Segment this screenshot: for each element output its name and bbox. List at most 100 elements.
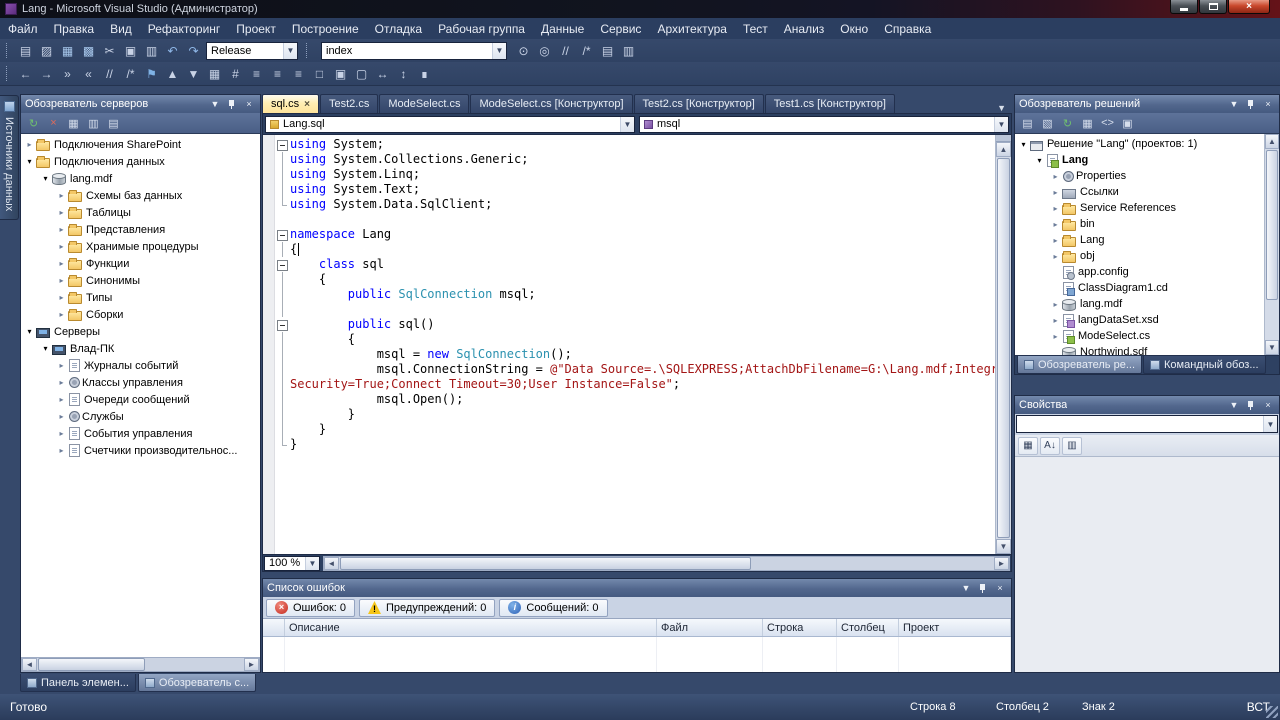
menu-Рефакторинг[interactable]: Рефакторинг bbox=[140, 19, 229, 39]
find-icon[interactable]: ⊙ bbox=[513, 41, 534, 61]
toolbar-grip[interactable] bbox=[306, 43, 311, 58]
maximize-button[interactable] bbox=[1199, 0, 1227, 14]
find-combobox[interactable]: index ▼ bbox=[321, 42, 507, 60]
toolbar-grip[interactable] bbox=[6, 66, 11, 81]
code-line[interactable]: Security=True;Connect Timeout=30;User In… bbox=[275, 377, 995, 392]
expander-icon[interactable]: ▸ bbox=[56, 446, 67, 455]
tree-item[interactable]: ▾Lang bbox=[1015, 152, 1279, 168]
properties-grid[interactable] bbox=[1015, 457, 1279, 672]
h-spacing-icon[interactable]: ↔ bbox=[372, 64, 393, 84]
tree-item[interactable]: ▾Серверы bbox=[21, 323, 260, 340]
code-line[interactable]: } bbox=[275, 437, 995, 452]
new-connection-icon[interactable]: ▦ bbox=[64, 114, 83, 132]
document-tab[interactable]: ModeSelect.cs bbox=[379, 94, 469, 113]
class-diagram-icon[interactable]: ▦ bbox=[1078, 114, 1097, 132]
scrollbar-thumb[interactable] bbox=[340, 557, 751, 570]
stop-refresh-icon[interactable]: × bbox=[44, 114, 63, 132]
code-line[interactable]: { bbox=[275, 272, 995, 287]
expander-icon[interactable]: ▸ bbox=[56, 412, 67, 421]
properties-window-icon[interactable]: ▥ bbox=[618, 41, 639, 61]
scroll-left-icon[interactable]: ◄ bbox=[22, 658, 37, 671]
data-sources-tab[interactable]: Источники данных bbox=[0, 95, 19, 220]
tree-item[interactable]: ▸bin bbox=[1015, 216, 1279, 232]
refresh-icon[interactable]: ↻ bbox=[24, 114, 43, 132]
comment-icon[interactable]: // bbox=[555, 41, 576, 61]
menu-Анализ[interactable]: Анализ bbox=[776, 19, 833, 39]
code-line[interactable]: { bbox=[275, 242, 995, 257]
expander-icon[interactable]: ▸ bbox=[1050, 236, 1061, 245]
indicator-margin[interactable] bbox=[263, 135, 275, 554]
paste-icon[interactable]: ▥ bbox=[141, 41, 162, 61]
find-in-files-icon[interactable]: ◎ bbox=[534, 41, 555, 61]
menu-Сервис[interactable]: Сервис bbox=[592, 19, 649, 39]
expander-icon[interactable]: ▸ bbox=[56, 225, 67, 234]
properties-object-combobox[interactable]: ▼ bbox=[1016, 415, 1278, 433]
connect-db-icon[interactable]: ▥ bbox=[84, 114, 103, 132]
code-line[interactable]: using System.Text; bbox=[275, 182, 995, 197]
alphabetical-icon[interactable]: A↓ bbox=[1040, 437, 1060, 455]
menu-Данные[interactable]: Данные bbox=[533, 19, 592, 39]
tree-item[interactable]: ▸Сборки bbox=[21, 306, 260, 323]
close-tab-icon[interactable]: × bbox=[304, 99, 310, 110]
server-explorer-header[interactable]: Обозреватель серверов ▼ × bbox=[21, 95, 260, 113]
column-header-icon[interactable] bbox=[263, 619, 285, 636]
align-left-icon[interactable]: ≡ bbox=[246, 64, 267, 84]
chevron-down-icon[interactable]: ▼ bbox=[305, 557, 319, 570]
comment-icon[interactable]: // bbox=[99, 64, 120, 84]
menu-Построение[interactable]: Построение bbox=[284, 19, 367, 39]
team-explorer-tab[interactable]: Командный обоз... bbox=[1143, 356, 1266, 374]
show-all-files-icon[interactable]: ▧ bbox=[1038, 114, 1057, 132]
tree-item[interactable]: ▸Хранимые процедуры bbox=[21, 238, 260, 255]
solution-explorer-header[interactable]: Обозреватель решений ▼ × bbox=[1015, 95, 1279, 113]
tree-item[interactable]: ▸Счетчики производительнос... bbox=[21, 442, 260, 459]
zoom-combobox[interactable]: 100 % ▼ bbox=[264, 556, 320, 571]
expander-icon[interactable]: ▸ bbox=[1050, 300, 1061, 309]
scrollbar-thumb[interactable] bbox=[997, 158, 1010, 538]
properties-icon[interactable]: ▤ bbox=[1018, 114, 1037, 132]
tree-item[interactable]: Northwind.sdf bbox=[1015, 344, 1279, 355]
minimize-button[interactable] bbox=[1170, 0, 1198, 14]
expander-icon[interactable]: ▸ bbox=[56, 378, 67, 387]
copy-icon[interactable]: ▣ bbox=[120, 41, 141, 61]
configuration-combobox[interactable]: Release ▼ bbox=[206, 42, 298, 60]
toolbar-grip[interactable] bbox=[6, 43, 11, 58]
tree-item[interactable]: ▾Влад-ПК bbox=[21, 340, 260, 357]
code-line[interactable]: using System; bbox=[275, 137, 995, 152]
fold-collapse-icon[interactable] bbox=[275, 227, 290, 242]
expander-icon[interactable]: ▸ bbox=[56, 293, 67, 302]
expander-icon[interactable]: ▸ bbox=[56, 191, 67, 200]
code-line[interactable]: msql = new SqlConnection(); bbox=[275, 347, 995, 362]
scroll-up-icon[interactable]: ▲ bbox=[1265, 134, 1279, 149]
scroll-down-icon[interactable]: ▼ bbox=[1265, 340, 1279, 355]
scroll-down-icon[interactable]: ▼ bbox=[996, 539, 1011, 554]
chevron-down-icon[interactable]: ▼ bbox=[283, 43, 297, 59]
code-line[interactable]: class sql bbox=[275, 257, 995, 272]
same-size-icon[interactable]: □ bbox=[309, 64, 330, 84]
expander-icon[interactable]: ▸ bbox=[56, 276, 67, 285]
code-editor[interactable]: using System;using System.Collections.Ge… bbox=[262, 134, 1012, 555]
code-line[interactable]: using System.Collections.Generic; bbox=[275, 152, 995, 167]
code-line[interactable]: { bbox=[275, 332, 995, 347]
scroll-left-icon[interactable]: ◄ bbox=[324, 557, 339, 570]
expander-icon[interactable]: ▸ bbox=[1050, 220, 1061, 229]
prev-bookmark-icon[interactable]: ▲ bbox=[162, 64, 183, 84]
pin-icon[interactable] bbox=[976, 582, 990, 595]
expander-icon[interactable]: ▾ bbox=[24, 327, 35, 336]
chevron-down-icon[interactable]: ▼ bbox=[1263, 416, 1277, 432]
expander-icon[interactable]: ▸ bbox=[56, 395, 67, 404]
add-item-icon[interactable]: ▤ bbox=[15, 41, 36, 61]
menu-Вид[interactable]: Вид bbox=[102, 19, 140, 39]
uncomment-icon[interactable]: /* bbox=[120, 64, 141, 84]
tree-item[interactable]: ▸Представления bbox=[21, 221, 260, 238]
column-header-Файл[interactable]: Файл bbox=[657, 619, 763, 636]
code-line[interactable] bbox=[275, 212, 995, 227]
toolbox-tab[interactable]: Панель элемен... bbox=[20, 674, 136, 692]
undo-icon[interactable]: ↶ bbox=[162, 41, 183, 61]
column-header-Строка[interactable]: Строка bbox=[763, 619, 837, 636]
cut-icon[interactable]: ✂ bbox=[99, 41, 120, 61]
expander-icon[interactable]: ▸ bbox=[1050, 316, 1061, 325]
code-line[interactable]: public sql() bbox=[275, 317, 995, 332]
menu-Справка[interactable]: Справка bbox=[876, 19, 939, 39]
filter-info-button[interactable]: iСообщений: 0 bbox=[499, 599, 607, 617]
align-right-icon[interactable]: ≡ bbox=[288, 64, 309, 84]
